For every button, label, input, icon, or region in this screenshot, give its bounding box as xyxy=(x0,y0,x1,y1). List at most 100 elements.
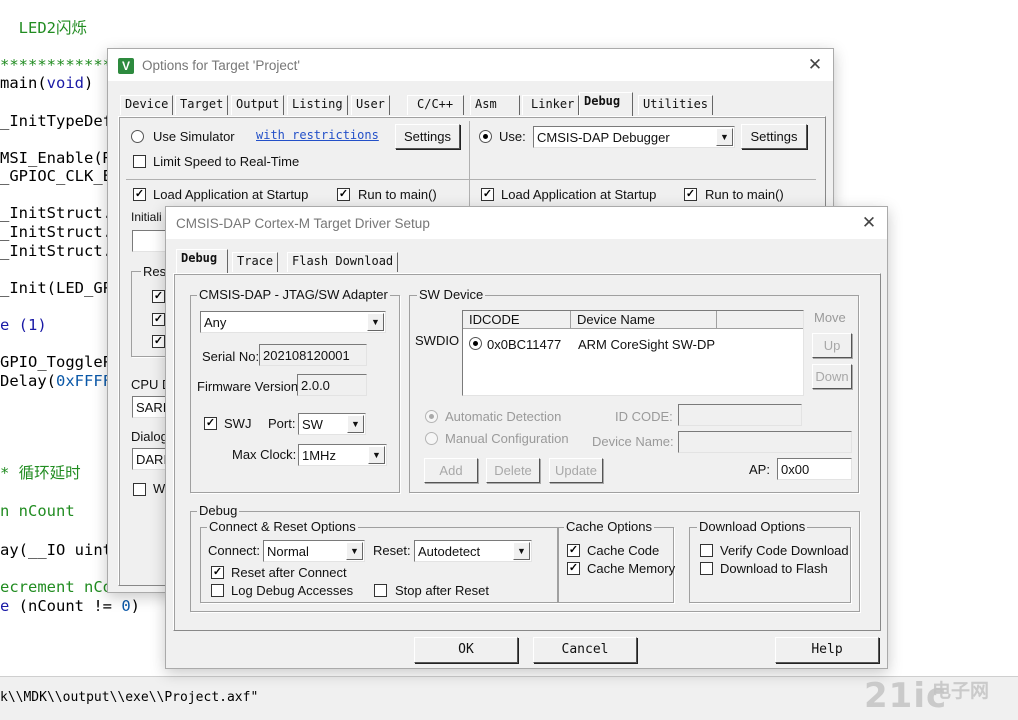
simulator-settings-button[interactable]: Settings xyxy=(395,124,460,149)
driver-dialog-titlebar[interactable]: CMSIS-DAP Cortex-M Target Driver Setup ✕ xyxy=(166,207,887,239)
debugger-select[interactable]: CMSIS-DAP Debugger ▼ xyxy=(533,126,735,148)
code-line: main(void) xyxy=(0,73,93,93)
chevron-down-icon[interactable]: ▼ xyxy=(513,542,530,560)
reset-select[interactable]: Autodetect ▼ xyxy=(414,540,532,562)
code-token: _InitStruct.F xyxy=(0,223,122,241)
delete-button[interactable]: Delete xyxy=(486,458,540,483)
stop-after-reset-checkbox[interactable] xyxy=(374,584,387,597)
code-line: GPIO_TogglePi xyxy=(0,352,121,372)
ap-field[interactable]: 0x00 xyxy=(777,458,852,480)
automatic-detection-radio[interactable] xyxy=(425,410,438,423)
cancel-button[interactable]: Cancel xyxy=(533,637,637,663)
keil-app-icon: V xyxy=(118,58,134,74)
adapter-value: Any xyxy=(204,315,227,330)
firmware-label: Firmware Version: xyxy=(197,379,302,394)
load-app-checkbox-sim[interactable]: ✓ xyxy=(133,188,146,201)
code-line: _GPIOC_CLK_E xyxy=(0,166,112,186)
log-debug-accesses-checkbox[interactable] xyxy=(211,584,224,597)
tab-user[interactable]: User xyxy=(351,95,390,115)
move-down-button[interactable]: Down xyxy=(812,364,852,389)
update-button[interactable]: Update xyxy=(549,458,603,483)
use-simulator-radio[interactable] xyxy=(131,130,144,143)
use-debugger-radio[interactable] xyxy=(479,130,492,143)
chevron-down-icon[interactable]: ▼ xyxy=(716,128,733,146)
cache-options-group-label: Cache Options xyxy=(564,519,654,534)
code-token: 0xFFFF xyxy=(56,372,112,390)
ok-button[interactable]: OK xyxy=(414,637,518,663)
code-token: ecrement nCou xyxy=(0,578,122,596)
chevron-down-icon[interactable]: ▼ xyxy=(347,415,364,433)
tab-cpp[interactable]: C/C++ xyxy=(407,95,465,115)
tab-debug[interactable]: Debug xyxy=(176,249,229,273)
screen: LED2闪烁 *************** main(void) _InitType… xyxy=(0,0,1018,720)
add-button[interactable]: Add xyxy=(424,458,478,483)
tab-debug[interactable]: Debug xyxy=(579,92,634,116)
cache-memory-checkbox[interactable]: ✓ xyxy=(567,562,580,575)
verify-code-download-label: Verify Code Download xyxy=(720,543,849,558)
move-up-button[interactable]: Up xyxy=(812,333,852,358)
tab-listing[interactable]: Listing xyxy=(287,95,348,115)
load-app-checkbox-dbg[interactable]: ✓ xyxy=(481,188,494,201)
reset-label: Reset: xyxy=(373,543,411,558)
extra-column-header[interactable] xyxy=(717,311,803,329)
port-select[interactable]: SW ▼ xyxy=(298,413,366,435)
restore-checkbox-1[interactable]: ✓ xyxy=(152,290,165,303)
restore-checkbox-2[interactable]: ✓ xyxy=(152,313,165,326)
chevron-down-icon[interactable]: ▼ xyxy=(367,313,384,331)
move-label: Move xyxy=(814,310,846,325)
close-icon[interactable]: ✕ xyxy=(805,55,825,75)
device-name-column-header[interactable]: Device Name xyxy=(571,311,717,329)
manual-configuration-radio[interactable] xyxy=(425,432,438,445)
tab-device[interactable]: Device xyxy=(120,95,174,115)
tab-trace[interactable]: Trace xyxy=(232,252,279,272)
w-label: W xyxy=(153,481,166,496)
run-to-main-checkbox-sim[interactable]: ✓ xyxy=(337,188,350,201)
device-name-field[interactable] xyxy=(678,431,852,453)
manual-configuration-label: Manual Configuration xyxy=(445,431,569,446)
code-line: _InitTypeDef xyxy=(0,111,112,131)
id-code-field[interactable] xyxy=(678,404,802,426)
cache-code-checkbox[interactable]: ✓ xyxy=(567,544,580,557)
with-restrictions-link[interactable]: with restrictions xyxy=(256,128,379,142)
code-line: n nCount xyxy=(0,501,75,521)
w-checkbox[interactable] xyxy=(133,483,146,496)
code-line: _Init(LED_GP xyxy=(0,278,112,298)
help-button[interactable]: Help xyxy=(775,637,879,663)
sw-device-table[interactable]: IDCODE Device Name 0x0BC11477 ARM CoreSi… xyxy=(462,310,804,396)
debug-group-label: Debug xyxy=(197,503,240,518)
code-line: e (nCount != 0) xyxy=(0,596,140,616)
download-options-group-label: Download Options xyxy=(697,519,808,534)
chevron-down-icon[interactable]: ▼ xyxy=(368,446,385,464)
restore-checkbox-3[interactable]: ✓ xyxy=(152,335,165,348)
tab-linker[interactable]: Linker xyxy=(522,95,580,115)
connect-value: Normal xyxy=(267,544,309,559)
code-token: LED2闪烁 xyxy=(0,19,87,37)
reset-after-connect-checkbox[interactable]: ✓ xyxy=(211,566,224,579)
device-row-radio[interactable] xyxy=(469,337,482,350)
code-token: _Init(LED_GP xyxy=(0,279,112,297)
debugger-settings-button[interactable]: Settings xyxy=(741,124,807,149)
swj-checkbox[interactable]: ✓ xyxy=(204,417,217,430)
download-to-flash-checkbox[interactable] xyxy=(700,562,713,575)
adapter-select[interactable]: Any ▼ xyxy=(200,311,386,333)
tab-target[interactable]: Target xyxy=(175,95,229,115)
options-dialog-titlebar[interactable]: V Options for Target 'Project' ✕ xyxy=(108,49,833,81)
connect-select[interactable]: Normal ▼ xyxy=(263,540,365,562)
code-line: LED2闪烁 xyxy=(0,18,87,38)
limit-speed-checkbox[interactable] xyxy=(133,155,146,168)
run-to-main-checkbox-dbg[interactable]: ✓ xyxy=(684,188,697,201)
code-token: main( xyxy=(0,74,47,92)
idcode-column-header[interactable]: IDCODE xyxy=(463,311,571,329)
tab-utilities[interactable]: Utilities xyxy=(638,95,714,115)
chevron-down-icon[interactable]: ▼ xyxy=(346,542,363,560)
max-clock-select[interactable]: 1MHz ▼ xyxy=(298,444,387,466)
tab-output[interactable]: Output xyxy=(231,95,285,115)
device-row-name: ARM CoreSight SW-DP xyxy=(578,337,716,352)
verify-code-download-checkbox[interactable] xyxy=(700,544,713,557)
close-icon[interactable]: ✕ xyxy=(859,213,879,233)
code-token: _InitStruct.F xyxy=(0,204,122,222)
tab-flash-download[interactable]: Flash Download xyxy=(287,252,399,272)
tab-asm[interactable]: Asm xyxy=(470,95,520,115)
max-clock-label: Max Clock: xyxy=(232,447,297,462)
panel-divider xyxy=(469,121,470,209)
